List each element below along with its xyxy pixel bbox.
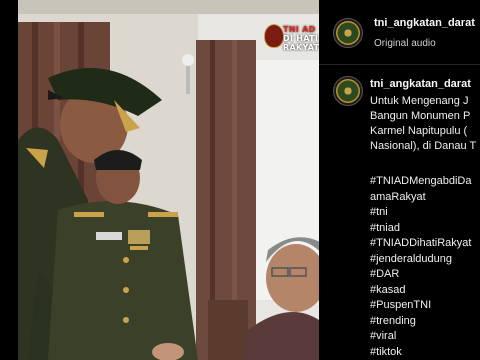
caption-username[interactable]: tni_angkatan_darat	[370, 78, 471, 90]
hashtag-link[interactable]: #viral	[370, 329, 472, 345]
photo-scene	[18, 0, 319, 360]
left-black-bar	[0, 0, 18, 360]
caption-line: Karmel Napitupulu (	[370, 125, 468, 137]
hashtag-link[interactable]: #TNIADMengabdiDa	[370, 174, 472, 190]
caption-text: Untuk Mengenang J Bangun Monumen P Karme…	[370, 94, 480, 154]
watermark-line-2: DI HATI	[283, 34, 319, 43]
post-photo[interactable]: TNI AD DI HATI RAKYAT	[18, 0, 319, 360]
watermark-line-1: TNI AD	[283, 25, 316, 34]
caption-line: Untuk Mengenang J	[370, 95, 469, 107]
hashtag-link[interactable]: #DAR	[370, 267, 472, 283]
hashtag-link[interactable]: #PuspenTNI	[370, 298, 472, 314]
hashtag-link[interactable]: amaRakyat	[370, 190, 472, 206]
watermark-line-3: RAKYAT	[283, 43, 319, 52]
hashtag-link[interactable]: #tniad	[370, 221, 472, 237]
post-header: tni_angkatan_darat Original audio	[319, 0, 480, 65]
tni-shield-logo-icon	[264, 24, 284, 48]
profile-avatar[interactable]	[333, 18, 363, 48]
post-side-panel: tni_angkatan_darat Original audio tni_an…	[319, 0, 480, 360]
hashtag-link[interactable]: #TNIADDihatiRakyat	[370, 236, 472, 252]
post-username[interactable]: tni_angkatan_darat	[374, 17, 475, 29]
tni-ad-watermark: TNI AD DI HATI RAKYAT	[264, 24, 319, 54]
caption-line: Nasional), di Danau T	[370, 140, 477, 152]
original-audio-link[interactable]: Original audio	[374, 38, 436, 49]
caption-line: Bangun Monumen P	[370, 110, 471, 122]
hashtag-link[interactable]: #jenderaldudung	[370, 252, 472, 268]
caption-avatar[interactable]	[333, 76, 363, 106]
hashtag-link[interactable]: #tni	[370, 205, 472, 221]
hashtag-link[interactable]: #kasad	[370, 283, 472, 299]
hashtag-list: #TNIADMengabdiDa amaRakyat #tni #tniad #…	[370, 174, 472, 360]
hashtag-link[interactable]: #tiktok	[370, 345, 472, 360]
hashtag-link[interactable]: #trending	[370, 314, 472, 330]
